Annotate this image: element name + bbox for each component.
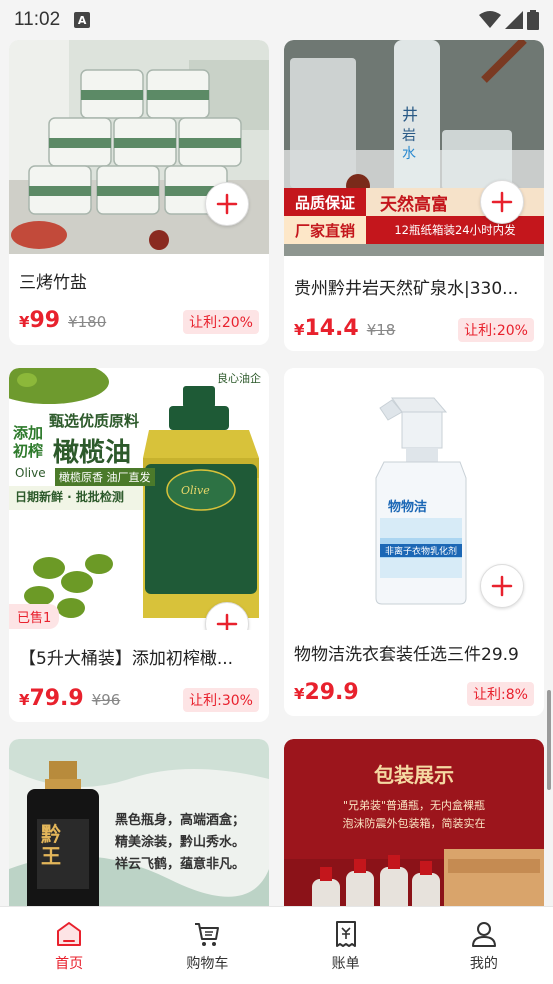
wifi-icon xyxy=(479,11,501,28)
status-indicators xyxy=(479,10,539,30)
oil-fresh-line: 日期新鲜 · 批批检测 xyxy=(15,490,124,504)
bill-icon xyxy=(335,920,356,947)
product-image[interactable]: 黔王 黑色瓶身，高端酒盒； 精美涂装，黔山秀水。 祥云飞鹤，蕴意非凡。 xyxy=(9,739,269,906)
poster-headline: 包装展示 xyxy=(374,763,454,787)
plus-icon xyxy=(216,193,238,215)
tab-profile[interactable]: 我的 xyxy=(415,907,553,984)
scrollbar[interactable] xyxy=(547,690,551,790)
price: 79.9 xyxy=(29,686,84,711)
rebate-badge: 让利:8% xyxy=(467,682,534,706)
product-card[interactable]: 井 岩 水 品质保证 厂家直销 天然高富 12瓶纸箱装24小时内发 贵州黔井岩天… xyxy=(284,40,544,351)
tab-bill[interactable]: 账单 xyxy=(277,907,415,984)
price: 99 xyxy=(29,308,61,333)
factory-tag: 厂家直销 xyxy=(284,216,366,244)
tab-home[interactable]: 首页 xyxy=(0,907,138,984)
natural-tag: 天然高富 xyxy=(380,195,448,215)
price-row: ¥ 99 ¥180 让利:20% xyxy=(19,308,259,334)
oil-brand-tag: 良心油企 xyxy=(217,372,261,385)
oil-product-name: 橄榄油 xyxy=(53,438,132,468)
price-row: ¥ 14.4 ¥18 让利:20% xyxy=(294,316,534,342)
signal-icon xyxy=(505,11,523,29)
home-icon xyxy=(57,921,82,946)
oil-olive-en: Olive xyxy=(15,466,46,480)
oil-subtitle: 橄榄原香 油厂直发 xyxy=(55,468,155,486)
currency-symbol: ¥ xyxy=(294,321,305,339)
liquor-bottle-name: 黔王 xyxy=(41,822,61,868)
currency-symbol: ¥ xyxy=(19,313,30,331)
svg-text:水: 水 xyxy=(402,146,416,162)
product-card[interactable]: 黔王 黑色瓶身，高端酒盒； 精美涂装，黔山秀水。 祥云飞鹤，蕴意非凡。 xyxy=(9,739,269,906)
tab-cart[interactable]: 购物车 xyxy=(138,907,276,984)
product-card[interactable]: 三烤竹盐 ¥ 99 ¥180 让利:20% xyxy=(9,40,269,345)
tab-label: 我的 xyxy=(469,955,498,972)
cart-icon xyxy=(195,922,220,946)
tab-label: 首页 xyxy=(55,955,84,972)
plus-icon xyxy=(491,191,513,213)
profile-icon xyxy=(471,921,496,947)
tab-label: 购物车 xyxy=(186,955,229,972)
shipping-tag: 12瓶纸箱装24小时内发 xyxy=(366,216,544,244)
poster-line-2: 精美涂装，黔山秀水。 xyxy=(115,835,246,850)
bottom-tab-bar: 首页 购物车 账单 我的 xyxy=(0,906,553,984)
battery-icon xyxy=(527,10,539,30)
product-feed[interactable]: 三烤竹盐 ¥ 99 ¥180 让利:20% 井 岩 水 品质保证 厂家直销 天然… xyxy=(0,40,553,906)
product-card[interactable]: 包装展示 "兄弟装"普通瓶，无内盒裸瓶 泡沫防震外包装箱，简装实在 xyxy=(284,739,544,906)
product-title[interactable]: 物物洁洗衣套装任选三件29.9 xyxy=(294,640,534,665)
price-row: ¥ 29.9 让利:8% xyxy=(294,680,534,706)
rebate-badge: 让利:30% xyxy=(183,688,259,712)
oil-side-text: 添加初榨 xyxy=(13,424,44,460)
sold-badge: 已售1 xyxy=(9,604,60,629)
plus-icon xyxy=(491,575,513,597)
svg-text:岩: 岩 xyxy=(402,128,416,144)
original-price: ¥18 xyxy=(366,321,396,339)
bottle-brand: 物物洁 xyxy=(388,500,428,515)
bottle-label: 非离子衣物乳化剂 xyxy=(380,544,462,557)
product-image[interactable]: 物物洁 非离子衣物乳化剂 xyxy=(284,368,544,618)
price-row: ¥ 79.9 ¥96 让利:30% xyxy=(19,686,259,712)
product-image[interactable]: 井 岩 水 品质保证 厂家直销 天然高富 12瓶纸箱装24小时内发 xyxy=(284,40,544,256)
poster-line-3: 祥云飞鹤，蕴意非凡。 xyxy=(115,857,246,872)
status-bar: 11:02 A xyxy=(0,0,553,40)
product-image[interactable]: Olive 良心油企 甄选优质原料 添加初榨 橄榄油 Olive 橄榄原香 油厂… xyxy=(9,368,269,630)
original-price: ¥96 xyxy=(91,691,121,709)
svg-text:Olive: Olive xyxy=(181,484,210,497)
price: 29.9 xyxy=(304,680,359,705)
product-card[interactable]: Olive 良心油企 甄选优质原料 添加初榨 橄榄油 Olive 橄榄原香 油厂… xyxy=(9,368,269,722)
product-title[interactable]: 【5升大桶装】添加初榨橄... xyxy=(19,644,259,669)
oil-headline: 甄选优质原料 xyxy=(49,412,140,430)
status-time: 11:02 xyxy=(14,9,61,30)
add-to-cart-button[interactable] xyxy=(480,180,524,224)
add-to-cart-button[interactable] xyxy=(205,182,249,226)
poster-line-1: "兄弟装"普通瓶，无内盒裸瓶 xyxy=(342,799,486,812)
add-to-cart-button[interactable] xyxy=(480,564,524,608)
original-price: ¥180 xyxy=(68,313,107,331)
product-card[interactable]: 物物洁 非离子衣物乳化剂 物物洁洗衣套装任选三件29.9 ¥ 29.9 让利:8… xyxy=(284,368,544,716)
quality-tag: 品质保证 xyxy=(284,188,366,216)
product-image[interactable]: 包装展示 "兄弟装"普通瓶，无内盒裸瓶 泡沫防震外包装箱，简装实在 xyxy=(284,739,544,906)
tab-label: 账单 xyxy=(331,955,360,972)
currency-symbol: ¥ xyxy=(19,691,30,709)
notification-icon: A xyxy=(74,12,91,28)
product-title[interactable]: 贵州黔井岩天然矿泉水|330... xyxy=(294,274,534,299)
poster-line-1: 黑色瓶身，高端酒盒； xyxy=(115,813,246,828)
rebate-badge: 让利:20% xyxy=(458,318,534,342)
product-title[interactable]: 三烤竹盐 xyxy=(19,268,259,293)
plus-icon xyxy=(216,613,238,630)
currency-symbol: ¥ xyxy=(294,685,305,703)
rebate-badge: 让利:20% xyxy=(183,310,259,334)
svg-text:井: 井 xyxy=(402,105,418,124)
price: 14.4 xyxy=(304,316,359,341)
product-image[interactable] xyxy=(9,40,269,254)
poster-line-2: 泡沫防震外包装箱，简装实在 xyxy=(342,817,486,830)
